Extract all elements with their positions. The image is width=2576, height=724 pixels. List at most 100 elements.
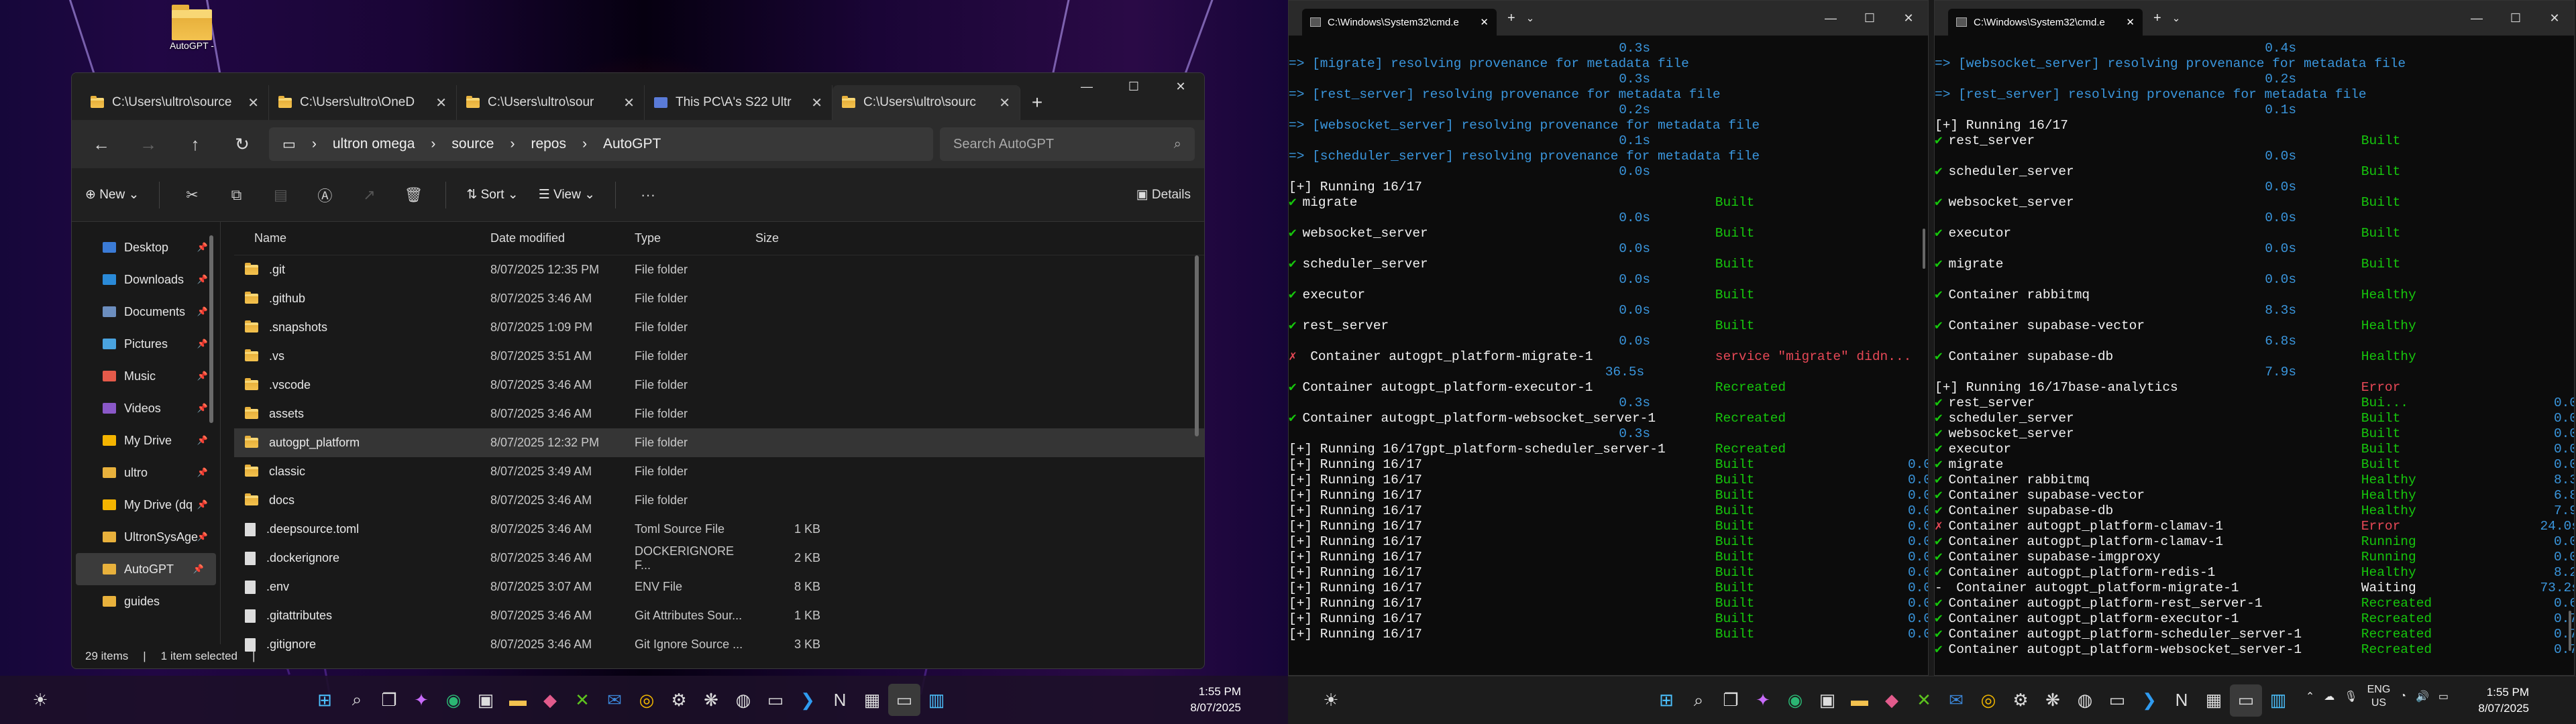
app-icon[interactable]: ◆ — [534, 684, 566, 716]
settings-icon[interactable]: ⚙ — [663, 684, 695, 716]
date-column-header[interactable]: Date modified — [482, 231, 627, 245]
copy-icon[interactable]: ⧉ — [224, 186, 248, 204]
microphone-icon[interactable]: 🎙 — [2344, 690, 2357, 703]
breadcrumb-item[interactable]: ultron omega — [333, 136, 415, 152]
app-icon[interactable]: ◆ — [1876, 684, 1908, 717]
start-icon[interactable]: ⊞ — [309, 684, 341, 716]
widgets-icon[interactable]: ☀ — [1315, 684, 1347, 717]
close-icon[interactable]: ✕ — [1889, 11, 1928, 25]
widgets-icon[interactable]: ☀ — [24, 684, 56, 716]
new-tab-icon[interactable]: + — [2153, 11, 2161, 26]
clock[interactable]: 1:55 PM 8/07/2025 — [2478, 684, 2529, 717]
terminal-app-icon[interactable]: ▭ — [759, 684, 792, 716]
file-explorer-icon[interactable]: ▬ — [502, 684, 534, 716]
nav-item[interactable]: My Drive 📌 — [72, 424, 220, 457]
chevron-up-icon[interactable]: ⌃ — [2306, 690, 2314, 703]
terminal-scrollbar[interactable] — [1923, 229, 1925, 269]
search-icon[interactable]: ⌕ — [1682, 684, 1715, 717]
close-tab-icon[interactable]: ✕ — [435, 95, 447, 111]
close-tab-icon[interactable]: ✕ — [2126, 16, 2135, 28]
pin-icon[interactable]: 📌 — [197, 274, 208, 285]
desktop-folder-icon[interactable]: AutoGPT - — [161, 5, 223, 51]
store-icon[interactable]: ▣ — [1811, 684, 1843, 717]
file-row[interactable]: .snapshots 8/07/2025 1:09 PM File folder — [234, 313, 1204, 342]
terminal-output[interactable]: 0.3s => [migrate] resolving provenance fo… — [1289, 36, 1928, 642]
outlook-icon[interactable]: ✉ — [1940, 684, 1972, 717]
volume-icon[interactable]: 🔊 — [2416, 690, 2429, 703]
minimize-icon[interactable]: — — [1811, 11, 1850, 25]
cut-icon[interactable]: ✂ — [180, 186, 204, 204]
refresh-icon[interactable]: ↻ — [222, 125, 262, 163]
explorer-tab[interactable]: C:\Users\ultro\source ✕ — [81, 85, 269, 120]
minimize-icon[interactable]: — — [1063, 73, 1110, 100]
breadcrumb-item[interactable]: source — [451, 136, 494, 152]
close-icon[interactable]: ✕ — [2535, 11, 2574, 25]
app-icon[interactable]: ◍ — [727, 684, 759, 716]
app-icon[interactable]: ▦ — [856, 684, 888, 716]
battery-icon[interactable]: ▭ — [2438, 690, 2449, 703]
nav-item[interactable]: Downloads 📌 — [72, 263, 220, 296]
new-tab-button[interactable]: + — [1020, 85, 1054, 120]
search-input[interactable]: Search AutoGPT ⌕ — [940, 127, 1195, 161]
size-column-header[interactable]: Size — [747, 231, 824, 245]
view-button[interactable]: ☰ View ⌄ — [539, 187, 595, 202]
app-icon[interactable]: ◍ — [2069, 684, 2101, 717]
up-arrow-icon[interactable]: ↑ — [175, 125, 215, 163]
notion-icon[interactable]: N — [2165, 684, 2198, 717]
breadcrumb-item[interactable]: repos — [531, 136, 566, 152]
cloud-icon[interactable]: ☁ — [2324, 690, 2334, 703]
pin-icon[interactable]: 📌 — [197, 499, 208, 510]
breadcrumb-item[interactable]: AutoGPT — [603, 136, 661, 152]
close-tab-icon[interactable]: ✕ — [1480, 16, 1489, 28]
edge-icon[interactable]: ◉ — [437, 684, 470, 716]
file-row[interactable]: classic 8/07/2025 3:49 AM File folder — [234, 457, 1204, 486]
pin-icon[interactable]: 📌 — [197, 339, 208, 349]
nav-item[interactable]: guides — [72, 585, 220, 617]
outlook-icon[interactable]: ✉ — [598, 684, 631, 716]
paste-icon[interactable]: ▤ — [268, 186, 292, 204]
share-icon[interactable]: ↗ — [357, 186, 381, 204]
close-tab-icon[interactable]: ✕ — [248, 95, 259, 111]
maximize-icon[interactable]: ☐ — [2496, 11, 2535, 25]
file-row[interactable]: .env 8/07/2025 3:07 AM ENV File 8 KB — [234, 572, 1204, 601]
settings-icon[interactable]: ⚙ — [2004, 684, 2037, 717]
sort-button[interactable]: ⇅ Sort ⌄ — [466, 187, 518, 202]
explorer-tab-active[interactable]: C:\Users\ultro\sourc ✕ — [833, 85, 1020, 120]
nav-item[interactable]: AutoGPT 📌 — [76, 553, 216, 585]
pin-icon[interactable]: 📌 — [197, 403, 208, 414]
file-row[interactable]: .github 8/07/2025 3:46 AM File folder — [234, 284, 1204, 313]
xbox-icon[interactable]: ✕ — [566, 684, 598, 716]
file-row[interactable]: .git 8/07/2025 12:35 PM File folder — [234, 255, 1204, 284]
nav-item[interactable]: My Drive (dq 📌 — [72, 489, 220, 521]
notion-icon[interactable]: N — [824, 684, 856, 716]
terminal-app-icon[interactable]: ▭ — [2101, 684, 2133, 717]
type-column-header[interactable]: Type — [627, 231, 747, 245]
chevron-down-icon[interactable]: ⌄ — [2172, 12, 2181, 24]
nav-item[interactable]: Videos 📌 — [72, 392, 220, 424]
nav-item[interactable]: Desktop 📌 — [72, 231, 220, 263]
nav-item[interactable]: ultro 📌 — [72, 457, 220, 489]
terminal-tab[interactable]: C:\Windows\System32\cmd.e ✕ — [1302, 9, 1497, 36]
chrome-icon[interactable]: ◎ — [1972, 684, 2004, 717]
file-row[interactable]: .dockerignore 8/07/2025 3:46 AM DOCKERIGNO… — [234, 544, 1204, 572]
nav-item[interactable]: Documents 📌 — [72, 296, 220, 328]
close-icon[interactable]: ✕ — [1157, 73, 1204, 100]
xbox-icon[interactable]: ✕ — [1908, 684, 1940, 717]
close-tab-icon[interactable]: ✕ — [999, 95, 1010, 111]
wifi-icon[interactable]: ◔ — [2400, 690, 2406, 703]
name-column-header[interactable]: Name — [234, 231, 482, 245]
pin-icon[interactable]: 📌 — [197, 532, 208, 542]
store-icon[interactable]: ▣ — [470, 684, 502, 716]
more-options-icon[interactable]: ··· — [636, 186, 660, 204]
details-button[interactable]: ▣ Details — [1136, 187, 1191, 202]
cmd-icon[interactable]: ▭ — [2230, 684, 2262, 717]
close-tab-icon[interactable]: ✕ — [623, 95, 635, 111]
rename-icon[interactable]: Ⓐ — [313, 184, 337, 206]
pin-icon[interactable]: 📌 — [197, 371, 208, 381]
explorer-tab[interactable]: C:\Users\ultro\sour ✕ — [457, 85, 645, 120]
pin-icon[interactable]: 📌 — [197, 242, 208, 253]
file-row[interactable]: .vs 8/07/2025 3:51 AM File folder — [234, 342, 1204, 371]
chatgpt-icon[interactable]: ❋ — [695, 684, 727, 716]
task-view-icon[interactable]: ❐ — [1715, 684, 1747, 717]
file-row[interactable]: docs 8/07/2025 3:46 AM File folder — [234, 486, 1204, 515]
